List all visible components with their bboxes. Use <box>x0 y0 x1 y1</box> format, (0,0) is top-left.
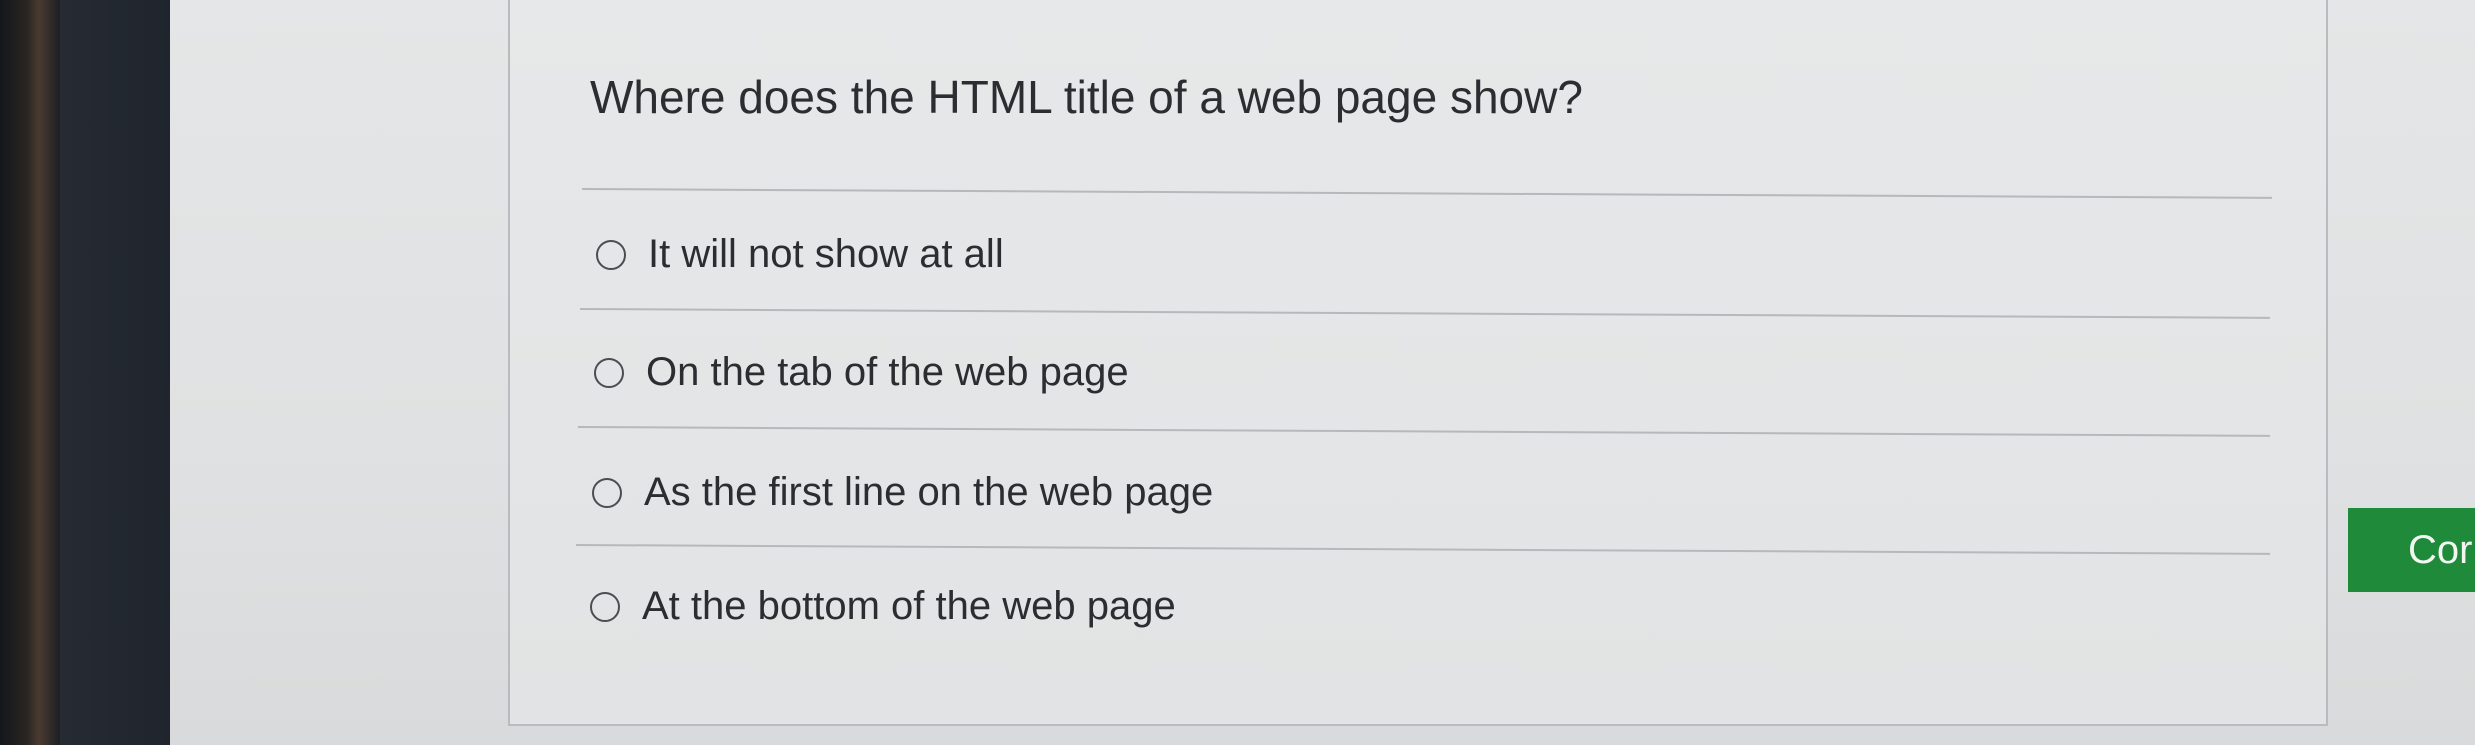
page-background: Where does the HTML title of a web page … <box>170 0 2475 745</box>
question-text: Where does the HTML title of a web page … <box>590 71 1583 123</box>
quiz-card: Where does the HTML title of a web page … <box>508 0 2328 726</box>
option-label: It will not show at all <box>648 232 1004 276</box>
question-divider <box>581 188 2272 199</box>
option-4[interactable]: At the bottom of the web page <box>590 584 1176 629</box>
option-divider <box>579 308 2270 319</box>
option-3[interactable]: As the first line on the web page <box>592 470 1213 515</box>
radio-button-icon[interactable] <box>592 477 622 508</box>
option-label: As the first line on the web page <box>644 470 1214 514</box>
radio-button-icon[interactable] <box>596 239 626 270</box>
option-divider <box>577 426 2270 437</box>
left-dark-panel <box>60 0 170 745</box>
option-label: On the tab of the web page <box>646 350 1129 394</box>
monitor-bezel <box>0 0 60 745</box>
option-label: At the bottom of the web page <box>642 584 1176 628</box>
continue-button[interactable]: Cor <box>2348 508 2475 592</box>
option-2[interactable]: On the tab of the web page <box>594 350 1129 395</box>
radio-button-icon[interactable] <box>590 591 620 622</box>
radio-button-icon[interactable] <box>594 357 624 388</box>
option-1[interactable]: It will not show at all <box>596 232 1004 277</box>
option-divider <box>575 544 2270 555</box>
